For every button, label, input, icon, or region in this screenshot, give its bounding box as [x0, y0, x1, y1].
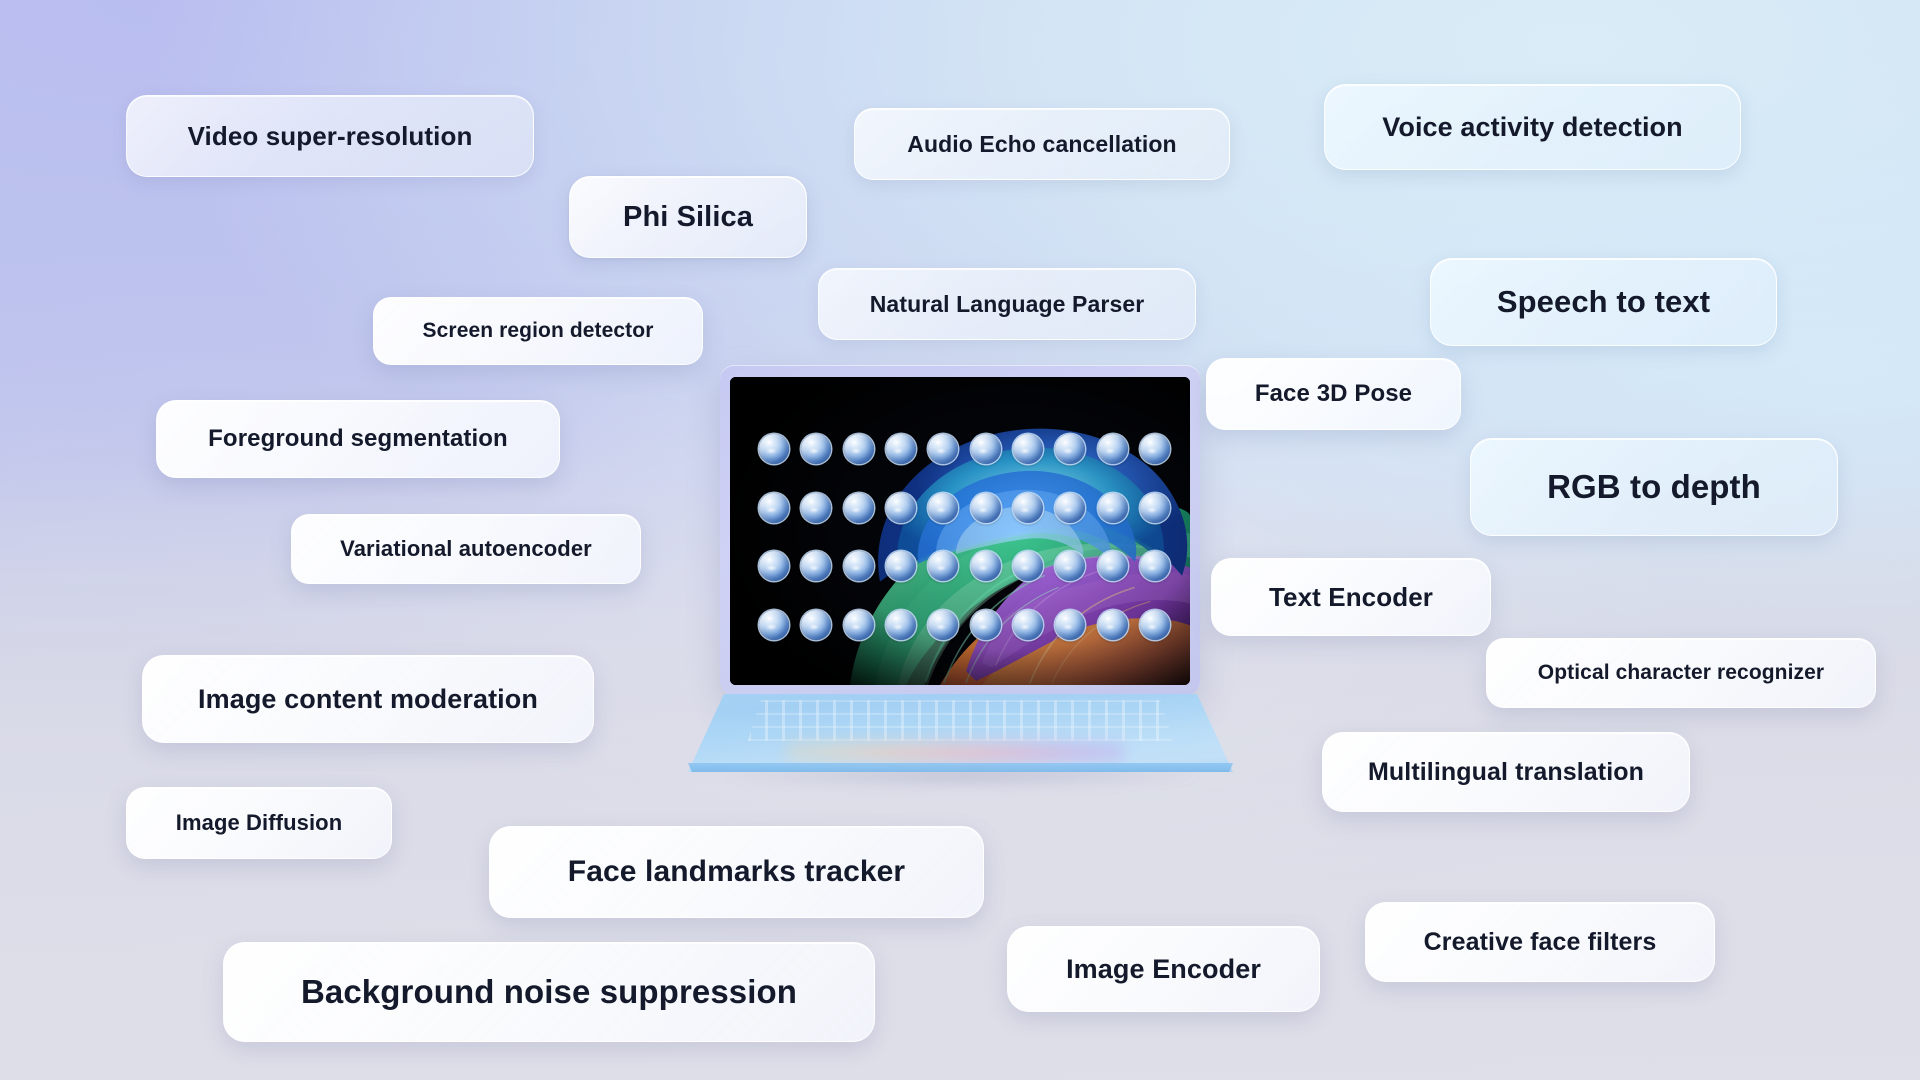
capability-pill-label: Voice activity detection	[1382, 111, 1683, 142]
sphere	[1140, 551, 1171, 582]
sphere	[970, 492, 1001, 523]
sphere	[1055, 609, 1086, 640]
sphere	[1097, 609, 1128, 640]
sphere	[801, 434, 832, 465]
sphere	[1140, 434, 1171, 465]
capability-pill[interactable]: Natural Language Parser	[818, 268, 1196, 340]
capability-pill-label: Natural Language Parser	[869, 290, 1145, 317]
capability-pill-label: RGB to depth	[1547, 468, 1761, 505]
sphere	[759, 609, 790, 640]
laptop-keyboard-deck	[688, 694, 1233, 772]
sphere	[843, 492, 874, 523]
capability-pill[interactable]: Foreground segmentation	[156, 400, 560, 478]
capability-pill-label: Phi Silica	[623, 200, 753, 233]
capability-pill-label: Image Diffusion	[175, 810, 343, 835]
sphere	[1097, 434, 1128, 465]
capability-pill[interactable]: Audio Echo cancellation	[854, 108, 1230, 180]
capability-pill-label: Multilingual translation	[1367, 757, 1644, 786]
sphere	[843, 609, 874, 640]
sphere	[759, 551, 790, 582]
laptop-screen	[730, 377, 1190, 685]
capability-pill-label: Creative face filters	[1423, 927, 1657, 956]
capability-pill-label: Image Encoder	[1066, 953, 1261, 984]
sphere	[928, 609, 959, 640]
sphere	[970, 434, 1001, 465]
capability-pill[interactable]: Image content moderation	[142, 655, 594, 743]
sphere	[801, 492, 832, 523]
sphere	[886, 492, 917, 523]
sphere	[970, 551, 1001, 582]
capability-pill[interactable]: Voice activity detection	[1324, 84, 1741, 170]
sphere	[801, 609, 832, 640]
capability-pill-label: Variational autoencoder	[340, 536, 592, 561]
scene-root: Video super-resolution Phi Silica Audio Ec…	[0, 0, 1920, 1080]
capability-pill-label: Foreground segmentation	[208, 425, 508, 452]
sphere	[1140, 492, 1171, 523]
sphere	[843, 434, 874, 465]
sphere	[886, 434, 917, 465]
capability-pill[interactable]: Phi Silica	[569, 176, 807, 258]
capability-pill-label: Audio Echo cancellation	[907, 130, 1177, 157]
capability-pill-label: Face 3D Pose	[1254, 380, 1413, 407]
npu-sphere-grid	[753, 420, 1176, 654]
capability-pill[interactable]: RGB to depth	[1470, 438, 1838, 536]
capability-pill-label: Video super-resolution	[187, 120, 473, 151]
sphere	[1055, 551, 1086, 582]
sphere	[970, 609, 1001, 640]
capability-pill-label: Optical character recognizer	[1537, 661, 1825, 684]
capability-pill[interactable]: Optical character recognizer	[1486, 638, 1876, 708]
capability-pill-label: Speech to text	[1496, 284, 1711, 319]
capability-pill-label: Screen region detector	[422, 319, 654, 342]
sphere	[1013, 551, 1044, 582]
sphere	[1140, 609, 1171, 640]
capability-pill-label: Background noise suppression	[300, 973, 798, 1010]
deck-front-edge	[688, 763, 1233, 772]
sphere	[1097, 551, 1128, 582]
capability-pill[interactable]: Face 3D Pose	[1206, 358, 1461, 430]
sphere	[886, 551, 917, 582]
capability-pill-label: Text Encoder	[1269, 581, 1433, 612]
sphere	[1013, 609, 1044, 640]
capability-pill[interactable]: Speech to text	[1430, 258, 1777, 346]
sphere	[843, 551, 874, 582]
sphere	[759, 492, 790, 523]
sphere	[928, 551, 959, 582]
capability-pill[interactable]: Creative face filters	[1365, 902, 1715, 982]
sphere	[1013, 492, 1044, 523]
sphere	[759, 434, 790, 465]
laptop-lid	[720, 365, 1200, 695]
capability-pill-label: Face landmarks tracker	[567, 855, 906, 888]
capability-pill[interactable]: Video super-resolution	[126, 95, 534, 177]
sphere	[1055, 492, 1086, 523]
capability-pill[interactable]: Image Encoder	[1007, 926, 1320, 1012]
sphere	[801, 551, 832, 582]
capability-pill[interactable]: Screen region detector	[373, 297, 703, 365]
capability-pill[interactable]: Text Encoder	[1211, 558, 1491, 636]
capability-pill[interactable]: Face landmarks tracker	[489, 826, 984, 918]
capability-pill[interactable]: Multilingual translation	[1322, 732, 1690, 812]
capability-pill[interactable]: Background noise suppression	[223, 942, 875, 1042]
sphere	[1013, 434, 1044, 465]
sphere	[886, 609, 917, 640]
laptop-illustration	[688, 365, 1233, 789]
capability-pill[interactable]: Variational autoencoder	[291, 514, 641, 584]
capability-pill-label: Image content moderation	[198, 683, 538, 714]
sphere	[1097, 492, 1128, 523]
sphere	[928, 492, 959, 523]
sphere	[928, 434, 959, 465]
capability-pill[interactable]: Image Diffusion	[126, 787, 392, 859]
sphere	[1055, 434, 1086, 465]
